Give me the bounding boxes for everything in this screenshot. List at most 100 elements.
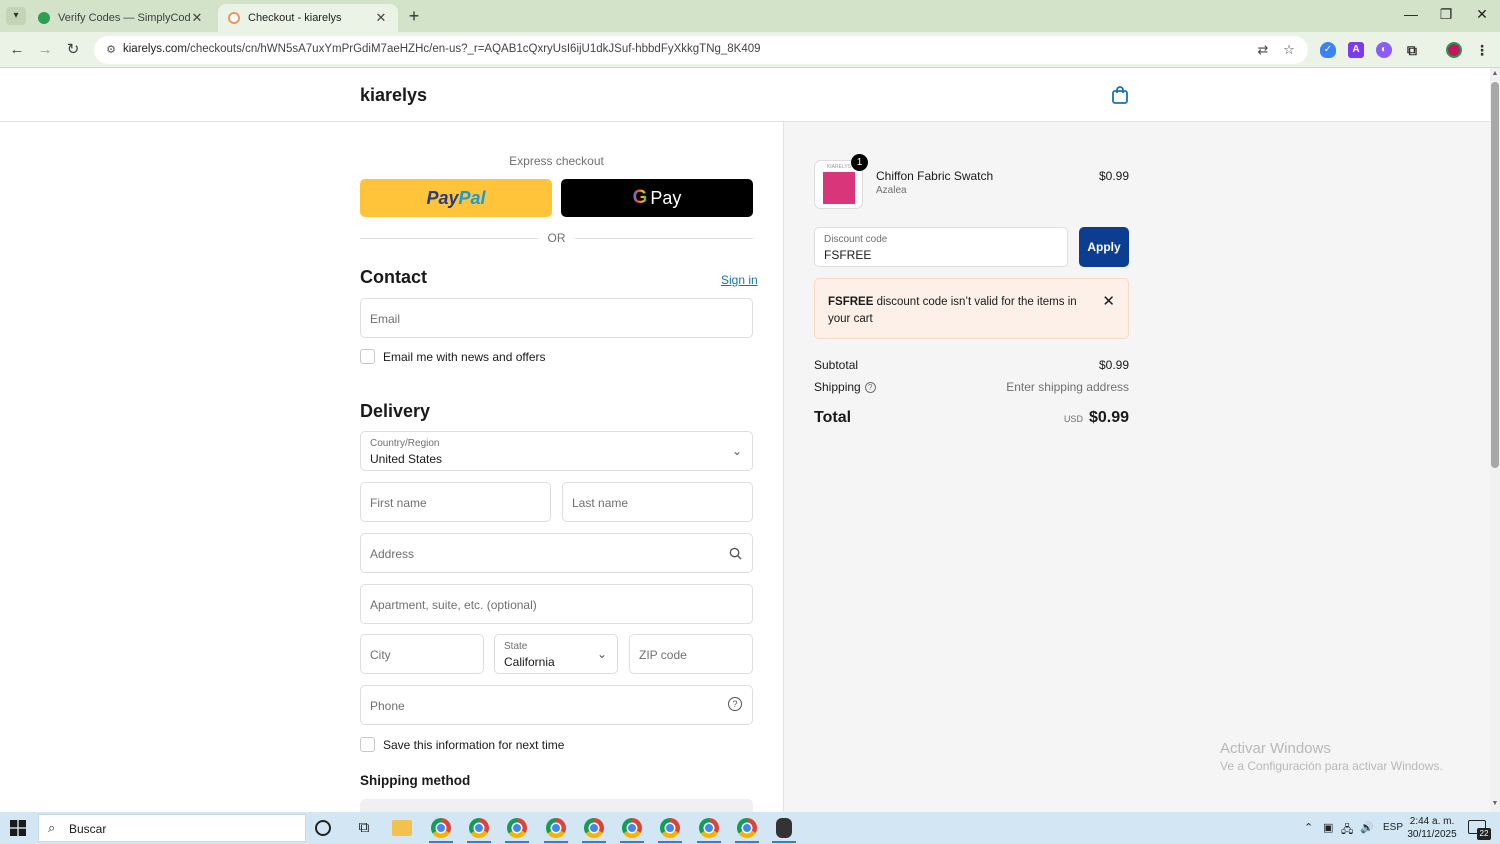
country-label: Country/Region xyxy=(370,438,440,449)
city-placeholder: City xyxy=(370,648,391,662)
chrome-icon[interactable] xyxy=(622,818,642,838)
clock-date: 30/11/2025 xyxy=(1407,829,1457,840)
chrome-icon[interactable] xyxy=(507,818,527,838)
close-window-button[interactable]: ✕ xyxy=(1467,6,1497,23)
windows-start-icon[interactable] xyxy=(10,820,26,836)
discount-code-value: FSFREE xyxy=(824,248,872,262)
quantity-badge: 1 xyxy=(851,154,868,171)
paypal-wordmark-a: Pay xyxy=(426,187,459,208)
close-tab-icon[interactable]: ✕ xyxy=(190,10,204,26)
bookmark-star-icon[interactable]: ☆ xyxy=(1281,42,1297,58)
clock-time: 2:44 a. m. xyxy=(1409,816,1455,827)
delivery-heading: Delivery xyxy=(360,401,431,421)
scroll-down-arrow-icon[interactable]: ▼ xyxy=(1491,800,1499,807)
shield-extension-icon[interactable]: ✓ xyxy=(1320,42,1336,58)
page-scrollbar[interactable]: ▲ ▼ xyxy=(1490,68,1500,812)
or-label: OR xyxy=(547,231,566,245)
paypal-button[interactable]: Pay Pal xyxy=(360,179,552,217)
news-checkbox-label: Email me with news and offers xyxy=(383,349,546,364)
sign-in-link[interactable]: Sign in xyxy=(721,273,758,287)
phone-field[interactable]: Phone ? xyxy=(360,685,753,725)
state-select[interactable]: State California ⌄ xyxy=(494,634,618,674)
close-tab-icon[interactable]: ✕ xyxy=(374,10,388,26)
watermark-line1: Activar Windows xyxy=(1220,740,1331,757)
gpay-label: Pay xyxy=(650,187,682,208)
chrome-icon[interactable] xyxy=(431,818,451,838)
chrome-icon[interactable] xyxy=(737,818,757,838)
running-indicator xyxy=(429,841,453,843)
tab-verify-codes[interactable]: Verify Codes — SimplyCodes ✕ xyxy=(28,4,214,32)
shipping-method-heading: Shipping method xyxy=(360,773,471,788)
apartment-field[interactable]: Apartment, suite, etc. (optional) xyxy=(360,584,753,624)
discount-code-field[interactable]: Discount code FSFREE xyxy=(814,227,1068,267)
zip-field[interactable]: ZIP code xyxy=(629,634,753,674)
chrome-icon[interactable] xyxy=(660,818,680,838)
scrollbar-thumb[interactable] xyxy=(1491,82,1499,468)
first-name-field[interactable]: First name xyxy=(360,482,551,522)
discount-error-code: FSFREE xyxy=(828,296,874,308)
extensions-puzzle-icon[interactable]: ⧉ xyxy=(1404,42,1420,58)
help-icon[interactable]: ? xyxy=(728,697,742,711)
windows-taskbar: ⌕ Buscar ⧉ ⌃ ▣ 🖧 🔊 ESP 2:44 a. m. 30/11/… xyxy=(0,812,1500,844)
last-name-field[interactable]: Last name xyxy=(562,482,753,522)
last-name-placeholder: Last name xyxy=(572,496,629,510)
scroll-up-arrow-icon[interactable]: ▲ xyxy=(1491,70,1499,77)
taskbar-search-placeholder: Buscar xyxy=(69,822,107,836)
news-checkbox-row[interactable]: Email me with news and offers xyxy=(360,349,546,364)
shipping-help-icon[interactable]: ? xyxy=(864,382,876,394)
file-explorer-icon[interactable] xyxy=(392,820,412,836)
translate-icon[interactable]: ⇄ xyxy=(1255,42,1271,58)
tab-title: Checkout - kiarelys xyxy=(248,12,342,24)
new-tab-button[interactable]: + xyxy=(404,6,424,27)
profile-avatar-icon[interactable] xyxy=(1446,42,1462,58)
circle-extension-icon[interactable]: ◐ xyxy=(1376,42,1392,58)
forward-button[interactable]: → xyxy=(35,40,55,60)
save-info-checkbox[interactable] xyxy=(360,737,375,752)
volume-icon[interactable]: 🔊 xyxy=(1360,821,1374,834)
save-info-checkbox-row[interactable]: Save this information for next time xyxy=(360,737,564,752)
language-indicator[interactable]: ESP xyxy=(1383,822,1403,833)
back-button[interactable]: ← xyxy=(7,40,27,60)
news-checkbox[interactable] xyxy=(360,349,375,364)
google-pay-button[interactable]: G Pay xyxy=(561,179,753,217)
task-view-icon[interactable]: ⧉ xyxy=(354,818,374,838)
tab-search-button[interactable]: ▾ xyxy=(6,7,26,25)
country-select[interactable]: Country/Region United States ⌄ xyxy=(360,431,753,471)
restore-button[interactable]: ❐ xyxy=(1431,6,1461,23)
running-indicator xyxy=(544,841,568,843)
total-currency: USD xyxy=(1063,414,1083,424)
zip-placeholder: ZIP code xyxy=(639,648,687,662)
font-extension-icon[interactable]: A xyxy=(1348,42,1364,58)
subtotal-label: Subtotal xyxy=(814,358,859,372)
total-row: Total USD $0.99 xyxy=(814,409,1129,431)
network-icon[interactable]: 🖧 xyxy=(1341,821,1353,840)
cart-bag-icon[interactable] xyxy=(1110,85,1130,105)
reload-button[interactable]: ↻ xyxy=(63,40,83,60)
taskbar-search-box[interactable]: ⌕ Buscar xyxy=(38,814,306,842)
app-icon[interactable] xyxy=(776,818,792,838)
apply-discount-button[interactable]: Apply xyxy=(1079,227,1129,267)
store-logo[interactable]: kiarelys xyxy=(360,85,427,106)
chrome-icon[interactable] xyxy=(469,818,489,838)
cortana-icon[interactable] xyxy=(315,820,331,836)
chrome-icon[interactable] xyxy=(546,818,566,838)
minimize-button[interactable]: — xyxy=(1396,6,1426,22)
site-info-icon[interactable]: ⚙ xyxy=(104,43,118,57)
close-icon[interactable]: ✕ xyxy=(1102,292,1115,310)
browser-menu-icon[interactable]: ⋮ xyxy=(1474,42,1490,58)
security-tray-icon[interactable]: ▣ xyxy=(1323,821,1333,834)
browser-toolbar: ← → ↻ ⚙ kiarelys.com/checkouts/cn/hWN5sA… xyxy=(0,32,1500,68)
taskbar-clock[interactable]: 2:44 a. m. 30/11/2025 xyxy=(1404,815,1460,841)
email-field[interactable]: Email xyxy=(360,298,753,338)
tab-strip: ▾ Verify Codes — SimplyCodes ✕ Checkout … xyxy=(0,0,1500,32)
product-name: Chiffon Fabric Swatch xyxy=(876,169,994,183)
address-field[interactable]: Address xyxy=(360,533,753,573)
city-field[interactable]: City xyxy=(360,634,484,674)
chrome-icon[interactable] xyxy=(584,818,604,838)
tab-checkout[interactable]: Checkout - kiarelys ✕ xyxy=(218,4,398,32)
chrome-icon[interactable] xyxy=(699,818,719,838)
running-indicator xyxy=(697,841,721,843)
address-bar[interactable]: ⚙ kiarelys.com/checkouts/cn/hWN5sA7uxYmP… xyxy=(94,36,1308,64)
search-icon xyxy=(729,547,742,560)
tray-overflow-icon[interactable]: ⌃ xyxy=(1304,821,1313,834)
